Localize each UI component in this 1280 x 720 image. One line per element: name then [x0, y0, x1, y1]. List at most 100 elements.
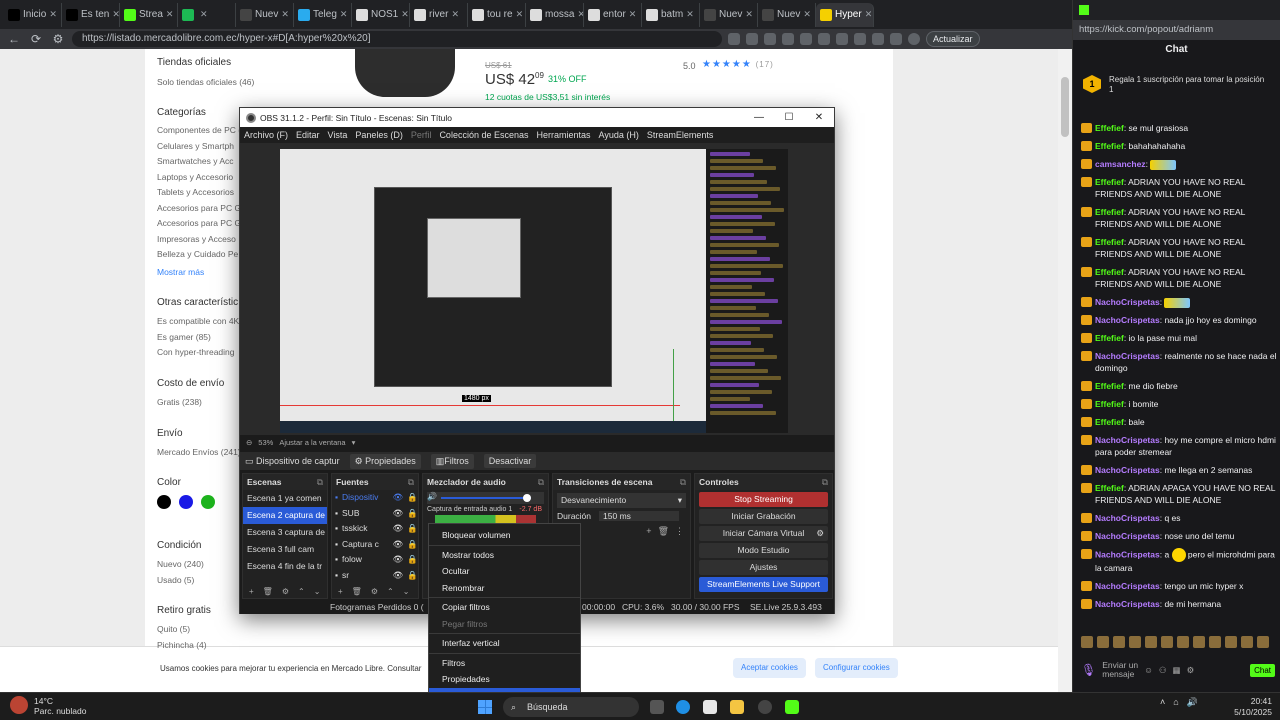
close-tab-icon[interactable]: ✕: [803, 9, 811, 20]
close-tab-icon[interactable]: ✕: [281, 9, 289, 20]
dock-options-icon[interactable]: ⧉: [408, 474, 414, 490]
product-image[interactable]: [355, 49, 455, 97]
chat-username[interactable]: NachoCrispetas: [1095, 513, 1160, 523]
chat-url[interactable]: https://kick.com/popout/adrianm: [1073, 20, 1280, 40]
category-item[interactable]: Accesorios para PC G: [157, 218, 241, 228]
settings-icon[interactable]: ⚙: [371, 587, 378, 596]
dock-options-icon[interactable]: ⧉: [317, 474, 323, 490]
extension-icon[interactable]: [818, 33, 830, 45]
obs-app-icon[interactable]: [758, 700, 772, 714]
gear-icon[interactable]: ⚙: [816, 526, 824, 541]
close-tab-icon[interactable]: ✕: [516, 9, 524, 20]
emote-icon[interactable]: [1097, 636, 1109, 648]
chat-username[interactable]: Effefief: [1095, 207, 1124, 217]
emote-icon[interactable]: [1145, 636, 1157, 648]
eye-icon[interactable]: 👁: [393, 521, 404, 537]
category-item[interactable]: Tablets y Accesorios: [157, 187, 234, 197]
chat-username[interactable]: Effefief: [1095, 399, 1124, 409]
close-tab-icon[interactable]: ✕: [401, 9, 409, 20]
dock-options-icon[interactable]: ⧉: [822, 474, 828, 490]
menu-item[interactable]: StreamElements: [647, 130, 714, 140]
down-icon[interactable]: ⌄: [403, 587, 410, 596]
chat-username[interactable]: NachoCrispetas: [1095, 531, 1160, 541]
volume-icon[interactable]: 🔊: [1187, 697, 1198, 708]
up-icon[interactable]: ⌃: [387, 587, 394, 596]
chat-username[interactable]: Effefief: [1095, 123, 1124, 133]
context-menu-item[interactable]: Filtros: [429, 655, 580, 672]
close-icon[interactable]: ✕: [804, 108, 834, 127]
filters-button[interactable]: ▥Filtros: [430, 453, 474, 469]
kick-app-icon[interactable]: [785, 700, 799, 714]
filter-official-item[interactable]: Solo tiendas oficiales (46): [157, 77, 254, 87]
chat-username[interactable]: Effefief: [1095, 237, 1124, 247]
windows-start-icon[interactable]: [478, 700, 492, 714]
browser-tab[interactable]: Teleg ✕: [294, 2, 352, 27]
emote-icon[interactable]: [1129, 636, 1141, 648]
browser-tab[interactable]: Nuev ✕: [700, 2, 758, 27]
pickup-item[interactable]: Pichincha (4): [157, 640, 207, 650]
scene-item[interactable]: Escena 3 captura de: [243, 524, 327, 541]
extension-icon[interactable]: [854, 33, 866, 45]
gift-sub-banner[interactable]: 1 Regala 1 suscripción para tomar la pos…: [1083, 72, 1273, 102]
close-tab-icon[interactable]: ✕: [745, 9, 753, 20]
add-icon[interactable]: +: [338, 587, 343, 596]
transition-select[interactable]: Desvanecimiento ▾: [557, 493, 686, 508]
speaker-icon[interactable]: 🔊: [427, 492, 437, 501]
lock-icon[interactable]: 🔒: [407, 490, 418, 506]
eye-icon[interactable]: 👁: [393, 490, 404, 506]
filter-shipping-item[interactable]: Mercado Envíos (241): [157, 447, 241, 457]
extension-icon[interactable]: [890, 33, 902, 45]
extension-icon[interactable]: [782, 33, 794, 45]
lock-icon[interactable]: 🔒: [407, 506, 418, 522]
eye-icon[interactable]: 👁: [393, 568, 404, 584]
lock-icon[interactable]: 🔒: [407, 568, 418, 584]
trash-icon[interactable]: 🗑: [263, 587, 273, 596]
scene-item[interactable]: Escena 4 fin de la tr: [243, 558, 327, 575]
condition-new[interactable]: Nuevo (240): [157, 559, 204, 569]
scene-item[interactable]: Escena 3 full cam: [243, 541, 327, 558]
chat-username[interactable]: NachoCrispetas: [1095, 315, 1160, 325]
chevron-down-icon[interactable]: ▾: [352, 438, 356, 447]
settings-icon[interactable]: ⚙: [282, 587, 289, 596]
chat-username[interactable]: NachoCrispetas: [1095, 435, 1160, 445]
chat-username[interactable]: Effefief: [1095, 333, 1124, 343]
category-item[interactable]: Accesorios para PC G: [157, 203, 241, 213]
trash-icon[interactable]: 🗑: [658, 526, 669, 537]
category-item[interactable]: Laptops y Accesorio: [157, 172, 233, 182]
source-item[interactable]: ▪ Captura c 👁 🔒: [332, 537, 418, 553]
context-menu-item[interactable]: Propiedades: [429, 671, 580, 688]
url-field[interactable]: https://listado.mercadolibre.com.ec/hype…: [72, 31, 722, 47]
menu-item[interactable]: Perfil: [411, 130, 432, 140]
weather-widget[interactable]: 14°C Parc. nublado: [10, 696, 86, 716]
context-menu-item[interactable]: Bloquear volumen: [429, 527, 580, 544]
settings-button[interactable]: Ajustes: [699, 560, 828, 575]
chat-username[interactable]: Effefief: [1095, 483, 1124, 493]
trash-icon[interactable]: 🗑: [352, 587, 362, 596]
menu-item[interactable]: Colección de Escenas: [439, 130, 528, 140]
properties-button[interactable]: ⚙ Propiedades: [349, 453, 421, 469]
extension-icon[interactable]: [728, 33, 740, 45]
emote-icon[interactable]: [1241, 636, 1253, 648]
context-menu-item[interactable]: Renombrar: [429, 580, 580, 597]
browser-tab[interactable]: mossa✕: [526, 2, 584, 27]
emote-icon[interactable]: [1209, 636, 1221, 648]
category-item[interactable]: Smartwatches y Acc: [157, 156, 234, 166]
browser-tab[interactable]: ✕: [178, 2, 236, 27]
preview-canvas[interactable]: 1480 px: [280, 149, 788, 433]
fit-window-label[interactable]: Ajustar a la ventana: [279, 438, 345, 447]
source-item[interactable]: ▪ sr 👁 🔒: [332, 568, 418, 584]
duration-input[interactable]: 150 ms: [599, 511, 680, 521]
feature-item[interactable]: Con hyper-threading: [157, 347, 235, 357]
eye-icon[interactable]: 👁: [393, 537, 404, 553]
browser-tab[interactable]: Es ten ✕: [62, 2, 120, 27]
microphone-icon[interactable]: 🎙: [1081, 663, 1096, 677]
browser-tab[interactable]: NOS1 ✕: [352, 2, 410, 27]
pickup-item[interactable]: Quito (5): [157, 624, 190, 634]
extension-icon[interactable]: [800, 33, 812, 45]
menu-item[interactable]: Herramientas: [537, 130, 591, 140]
emote-icon[interactable]: [1081, 636, 1093, 648]
avatar[interactable]: [908, 33, 920, 45]
feature-item[interactable]: Es gamer (85): [157, 332, 211, 342]
feature-item[interactable]: Es compatible con 4K: [157, 316, 239, 326]
update-button[interactable]: Actualizar: [926, 31, 980, 47]
